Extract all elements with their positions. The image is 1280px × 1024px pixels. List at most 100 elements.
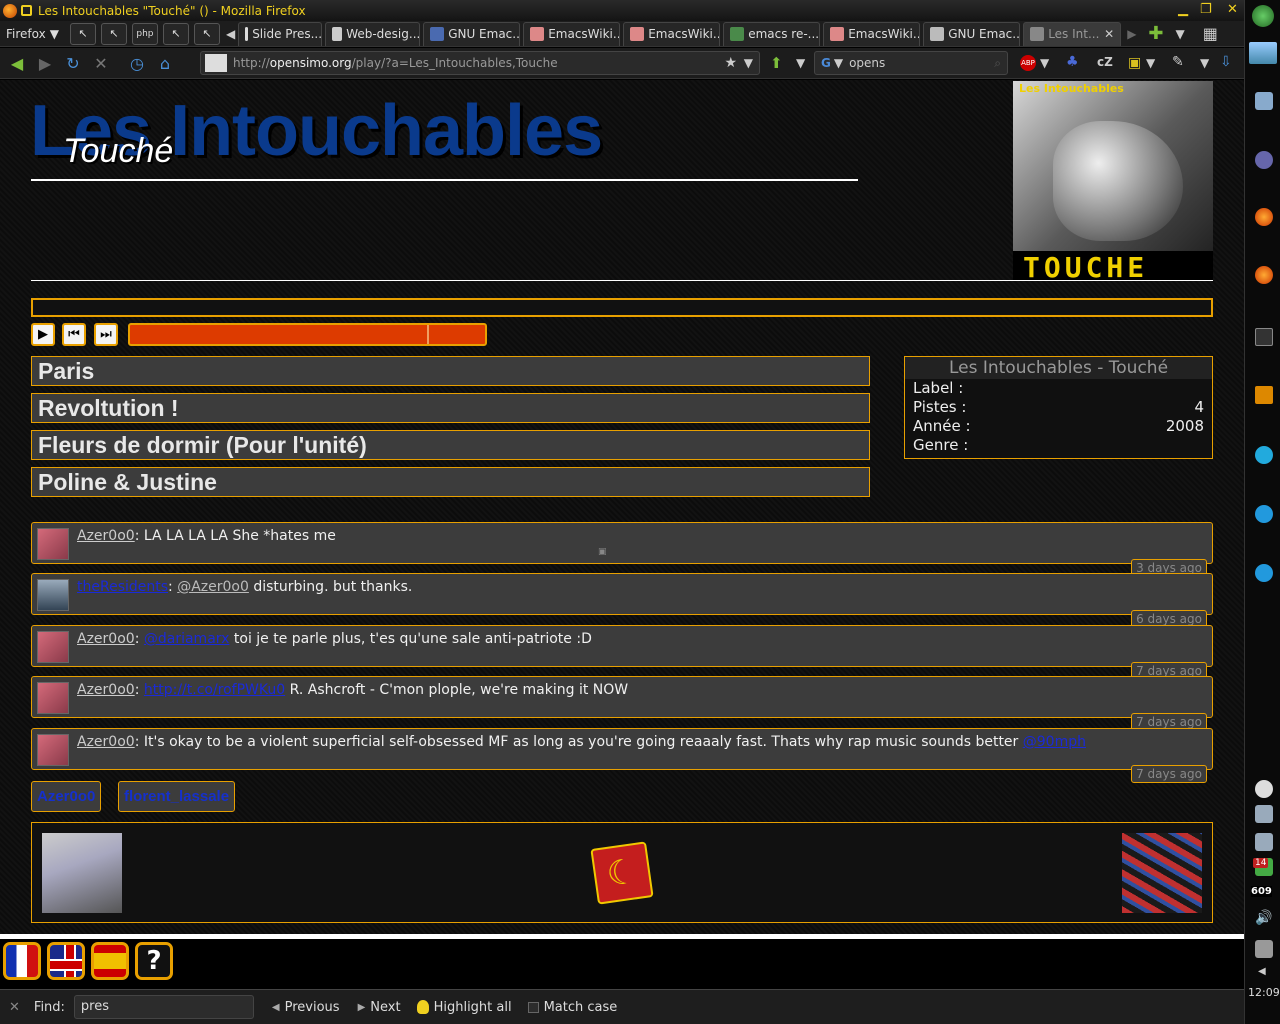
- tab-emacswiki-2[interactable]: EmacsWiki...: [623, 21, 721, 46]
- track-item[interactable]: Poline & Justine: [31, 467, 870, 497]
- network-icon[interactable]: [1255, 805, 1273, 823]
- tab-les-intouchables[interactable]: Les Int... ✕: [1023, 21, 1122, 46]
- related-album-thumbnail[interactable]: [42, 833, 122, 913]
- tab-emacswiki-1[interactable]: EmacsWiki...: [523, 21, 621, 46]
- close-find-bar-icon[interactable]: ✕: [9, 1000, 20, 1015]
- pointer-tool-button-4[interactable]: ↖: [193, 22, 220, 45]
- english-flag-button[interactable]: [47, 942, 85, 980]
- avatar[interactable]: [37, 579, 69, 611]
- terminal-icon[interactable]: [1255, 328, 1273, 346]
- cz-extension-label[interactable]: cZ: [1097, 55, 1113, 69]
- find-next-button[interactable]: ▶ Next: [358, 1000, 401, 1015]
- file-manager-icon[interactable]: [1255, 92, 1273, 110]
- close-tab-icon[interactable]: ✕: [1104, 27, 1114, 41]
- search-box[interactable]: G ▼ opens ⌕: [814, 51, 1008, 75]
- pointer-tool-button[interactable]: ↖: [69, 22, 96, 45]
- seek-bar[interactable]: [128, 323, 487, 346]
- bookmark-star-icon[interactable]: ★: [724, 55, 737, 71]
- reload-icon[interactable]: ↻: [62, 52, 84, 74]
- bookmarks-toolbar-icon[interactable]: ▣: [1128, 55, 1141, 71]
- mention-link[interactable]: @Azer0o0: [177, 579, 249, 595]
- avatar[interactable]: [37, 528, 69, 560]
- google-icon[interactable]: G: [821, 56, 831, 70]
- pointer-tool-button-2[interactable]: ↖: [100, 22, 127, 45]
- maximize-icon[interactable]: ❐: [1200, 2, 1212, 17]
- highlight-all-button[interactable]: Highlight all: [416, 1000, 512, 1015]
- alien-icon[interactable]: [1252, 5, 1274, 27]
- firefox-icon[interactable]: [1255, 266, 1273, 284]
- firefox-icon[interactable]: [1255, 208, 1273, 226]
- tab-scroll-right-icon[interactable]: ▶: [1127, 27, 1136, 41]
- play-button[interactable]: ▶: [31, 323, 55, 346]
- new-tab-icon[interactable]: ✚: [1148, 23, 1163, 44]
- avatar[interactable]: [37, 631, 69, 663]
- minimize-icon[interactable]: ▁: [1178, 2, 1188, 17]
- avatar[interactable]: [37, 682, 69, 714]
- battery-icon[interactable]: [1255, 940, 1273, 958]
- network-icon[interactable]: [1255, 833, 1273, 851]
- history-icon[interactable]: ◷: [126, 52, 148, 74]
- match-case-checkbox[interactable]: Match case: [527, 1000, 617, 1015]
- related-album-thumbnail[interactable]: [1122, 833, 1202, 913]
- bookmarks-dropdown-icon[interactable]: ▼: [1146, 56, 1155, 70]
- adblock-dropdown-icon[interactable]: ▼: [1040, 56, 1049, 70]
- url-dropdown-icon[interactable]: ▼: [744, 56, 753, 70]
- tab-gnu-emacs-2[interactable]: GNU Emac...: [923, 21, 1021, 46]
- tweet-user-link[interactable]: Azer0o0: [77, 734, 135, 750]
- seek-handle[interactable]: [427, 325, 429, 344]
- tweet-user-link[interactable]: theResidents: [77, 579, 168, 595]
- download-icon[interactable]: ⇩: [1220, 54, 1232, 70]
- user-tag[interactable]: Azer0o0: [31, 781, 102, 812]
- close-window-icon[interactable]: ✕: [1227, 2, 1238, 17]
- desktop-preview-icon[interactable]: [1249, 42, 1277, 64]
- find-previous-button[interactable]: ◀ Previous: [272, 1000, 340, 1015]
- opensimo-logo[interactable]: ☾: [590, 841, 654, 905]
- mention-link[interactable]: @90mph: [1023, 734, 1086, 750]
- find-input[interactable]: pres: [73, 995, 254, 1019]
- user-tag[interactable]: florent_lassale: [118, 781, 236, 812]
- tweet-user-link[interactable]: Azer0o0: [77, 631, 135, 647]
- tab-gnu-emacs[interactable]: GNU Emac...: [423, 21, 521, 46]
- pointer-tool-button-3[interactable]: ↖: [162, 22, 189, 45]
- track-item[interactable]: Revoltution !: [31, 393, 870, 423]
- mail-icon[interactable]: [1255, 151, 1273, 169]
- tab-list-icon[interactable]: ▼: [1176, 27, 1185, 41]
- back-icon[interactable]: ◀: [6, 52, 28, 74]
- url-bar[interactable]: http:// opensimo.org /play/?a=Les_Intouc…: [200, 51, 760, 75]
- search-input[interactable]: opens: [849, 56, 885, 70]
- forward-icon[interactable]: ▶: [34, 52, 56, 74]
- search-icon[interactable]: ⌕: [994, 56, 1001, 71]
- tab-web-design[interactable]: Web-desig...: [325, 21, 421, 46]
- tools-dropdown-icon[interactable]: ▼: [1200, 56, 1209, 70]
- tab-groups-icon[interactable]: ▦: [1203, 24, 1218, 43]
- track-item[interactable]: Fleurs de dormir (Pour l'unité): [31, 430, 870, 460]
- chat-icon[interactable]: [1255, 505, 1273, 523]
- tweet-user-link[interactable]: Azer0o0: [77, 682, 135, 698]
- php-tool-button[interactable]: php: [131, 22, 158, 45]
- menu-dropdown-icon[interactable]: ▼: [796, 56, 805, 70]
- tab-slide-presentation[interactable]: Slide Pres...: [238, 21, 323, 46]
- firefox-menu-button[interactable]: Firefox ▼: [0, 27, 65, 41]
- adblock-icon[interactable]: ABP: [1020, 55, 1036, 71]
- chat-icon[interactable]: [1255, 564, 1273, 582]
- tab-emacswiki-3[interactable]: EmacsWiki...: [823, 21, 921, 46]
- next-track-button[interactable]: ⏭: [94, 323, 118, 346]
- tab-emacs-regex[interactable]: emacs re-...: [723, 21, 821, 46]
- search-engine-dropdown-icon[interactable]: ▼: [834, 56, 843, 70]
- mention-link[interactable]: @dariamarx: [144, 631, 230, 647]
- avatar[interactable]: [37, 734, 69, 766]
- site-identity-icon[interactable]: [205, 54, 227, 72]
- go-icon[interactable]: ⬆: [770, 54, 783, 72]
- previous-track-button[interactable]: ⏮: [62, 323, 86, 346]
- tools-icon[interactable]: ✎: [1172, 54, 1184, 70]
- app-icon[interactable]: [1255, 386, 1273, 404]
- skype-icon[interactable]: [1255, 446, 1273, 464]
- home-icon[interactable]: ⌂: [154, 52, 176, 74]
- french-flag-button[interactable]: [3, 942, 41, 980]
- window-menu-icon[interactable]: [21, 5, 32, 16]
- track-item[interactable]: Paris: [31, 356, 870, 386]
- tab-scroll-left-icon[interactable]: ◀: [226, 27, 235, 41]
- extension-icon[interactable]: ♣: [1066, 54, 1079, 70]
- url-link[interactable]: http://t.co/rofPWKu0: [144, 682, 285, 698]
- help-button[interactable]: ?: [135, 942, 173, 980]
